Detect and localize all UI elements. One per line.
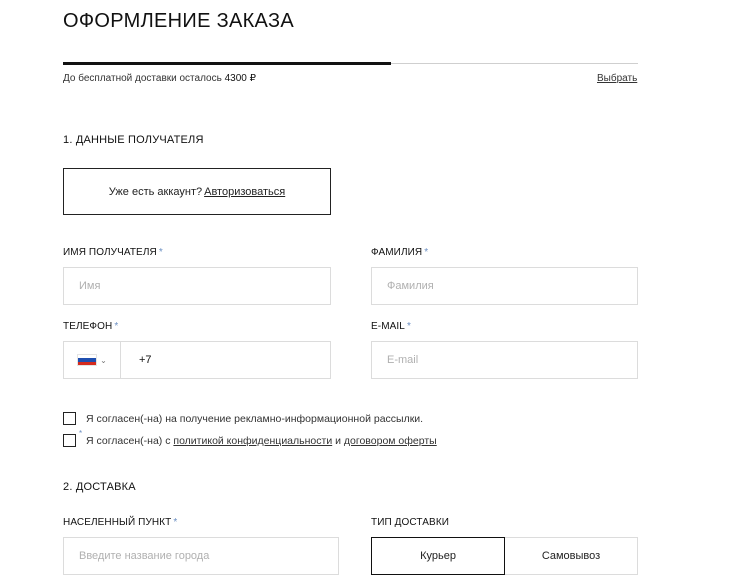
required-mark: * bbox=[79, 429, 83, 438]
last-name-label: ФАМИЛИЯ * bbox=[371, 247, 428, 258]
russia-flag-icon bbox=[77, 354, 98, 366]
city-input[interactable] bbox=[63, 537, 339, 575]
terms-prefix: Я согласен(-на) с bbox=[86, 434, 171, 447]
delivery-type-label: ТИП ДОСТАВКИ bbox=[371, 517, 450, 528]
choose-link[interactable]: Выбрать bbox=[597, 73, 637, 84]
free-shipping-note: До бесплатной доставки осталось 4300 ₽ bbox=[63, 73, 256, 84]
required-mark: * bbox=[406, 321, 411, 332]
terms-conjunction: и bbox=[335, 434, 341, 447]
free-shipping-note-text: До бесплатной доставки осталось bbox=[63, 73, 222, 84]
city-label-text: НАСЕЛЕННЫЙ ПУНКТ bbox=[63, 517, 172, 528]
newsletter-consent: Я согласен(-на) на получение рекламно-ин… bbox=[63, 412, 423, 425]
terms-checkbox[interactable] bbox=[63, 434, 76, 447]
newsletter-consent-text: Я согласен(-на) на получение рекламно-ин… bbox=[86, 412, 424, 425]
delivery-option-pickup[interactable]: Самовывоз bbox=[505, 538, 637, 574]
delivery-section-title: 2. ДОСТАВКА bbox=[63, 481, 136, 493]
terms-consent: * Я согласен(-на) с политикой конфиденци… bbox=[63, 429, 437, 447]
phone-label-text: ТЕЛЕФОН bbox=[63, 321, 113, 332]
login-link[interactable]: Авторизоваться bbox=[204, 186, 285, 198]
terms-consent-text: Я согласен(-на) с политикой конфиденциал… bbox=[86, 435, 437, 447]
first-name-label: ИМЯ ПОЛУЧАТЕЛЯ * bbox=[63, 247, 163, 258]
first-name-input[interactable] bbox=[63, 267, 331, 305]
required-mark: * bbox=[173, 517, 178, 528]
city-label: НАСЕЛЕННЫЙ ПУНКТ * bbox=[63, 517, 177, 528]
phone-label: ТЕЛЕФОН * bbox=[63, 321, 118, 332]
phone-input[interactable] bbox=[121, 342, 330, 378]
privacy-policy-link[interactable]: политикой конфиденциальности bbox=[173, 435, 332, 447]
email-label: E-MAIL * bbox=[371, 321, 411, 332]
first-name-label-text: ИМЯ ПОЛУЧАТЕЛЯ bbox=[63, 247, 157, 258]
required-mark: * bbox=[424, 247, 429, 258]
flag-stripe-red bbox=[78, 361, 97, 365]
free-shipping-amount: 4300 ₽ bbox=[224, 73, 256, 84]
email-label-text: E-MAIL bbox=[371, 321, 405, 332]
delivery-type-toggle: Курьер Самовывоз bbox=[371, 537, 638, 575]
page-title: ОФОРМЛЕНИЕ ЗАКАЗА bbox=[63, 10, 294, 32]
delivery-option-courier[interactable]: Курьер bbox=[371, 537, 505, 575]
newsletter-checkbox[interactable] bbox=[63, 412, 76, 425]
required-mark: * bbox=[114, 321, 119, 332]
phone-field: ⌄ bbox=[63, 341, 331, 379]
email-input[interactable] bbox=[371, 341, 638, 379]
required-mark: * bbox=[158, 247, 163, 258]
account-box: Уже есть аккаунт? Авторизоваться bbox=[63, 168, 331, 215]
offer-agreement-link[interactable]: договором оферты bbox=[344, 435, 437, 447]
free-shipping-progress bbox=[63, 62, 638, 65]
account-prompt: Уже есть аккаунт? bbox=[108, 185, 203, 198]
recipient-section-title: 1. ДАННЫЕ ПОЛУЧАТЕЛЯ bbox=[63, 134, 204, 146]
chevron-down-icon: ⌄ bbox=[100, 355, 107, 365]
last-name-input[interactable] bbox=[371, 267, 638, 305]
free-shipping-progress-fill bbox=[63, 62, 391, 65]
last-name-label-text: ФАМИЛИЯ bbox=[371, 247, 423, 258]
country-code-select[interactable]: ⌄ bbox=[64, 342, 121, 378]
